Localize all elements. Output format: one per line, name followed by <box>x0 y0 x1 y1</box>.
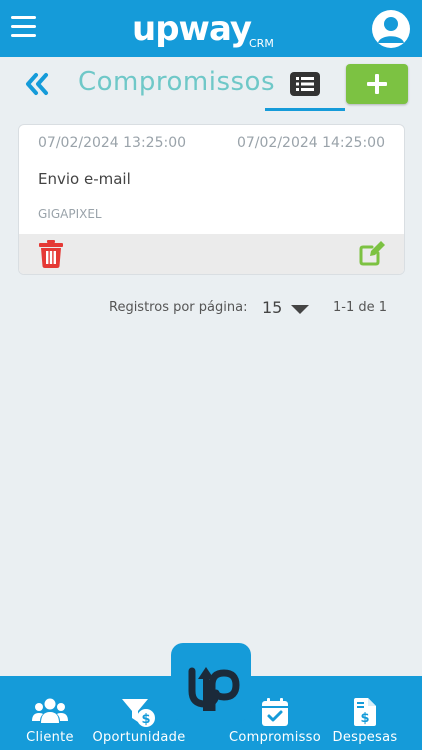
nav-label-oportunidade: Oportunidade <box>92 730 186 745</box>
edit-icon[interactable] <box>358 239 386 267</box>
nav-cliente[interactable]: Cliente <box>14 676 86 750</box>
home-button[interactable] <box>171 643 251 721</box>
top-app-bar: upway CRM <box>0 0 422 57</box>
list-icon <box>290 72 320 96</box>
appointment-client: GIGAPIXEL <box>38 207 102 221</box>
users-icon <box>32 698 68 728</box>
upway-logo-icon <box>178 649 244 715</box>
pagination: Registros por página: 15 1-1 de 1 <box>0 298 422 320</box>
nav-label-despesas: Despesas <box>332 730 398 745</box>
trash-icon[interactable] <box>39 240 63 268</box>
nav-label-cliente: Cliente <box>26 730 74 745</box>
nav-despesas[interactable]: $ Despesas <box>330 676 400 750</box>
appointment-end: 07/02/2024 14:25:00 <box>236 135 385 151</box>
svg-text:$: $ <box>360 711 369 726</box>
appointment-start: 07/02/2024 13:25:00 <box>38 135 187 151</box>
card-actions <box>19 234 404 274</box>
tab-list-view[interactable] <box>265 57 345 111</box>
caret-down-icon[interactable] <box>290 303 310 315</box>
add-appointment-button[interactable] <box>346 64 408 104</box>
menu-icon[interactable] <box>11 16 36 38</box>
rows-per-page-label: Registros por página: <box>109 300 248 315</box>
invoice-dollar-icon: $ <box>354 698 376 730</box>
app-logo: upway CRM <box>132 4 282 54</box>
user-icon[interactable] <box>372 10 410 48</box>
page-range: 1-1 de 1 <box>333 300 388 315</box>
svg-text:$: $ <box>141 712 150 727</box>
appointment-title: Envio e-mail <box>38 170 131 188</box>
double-chevron-left-icon[interactable] <box>24 71 50 97</box>
page-header: Compromissos <box>0 57 422 111</box>
logo-text: upway <box>132 9 252 49</box>
active-tab-indicator <box>265 108 345 111</box>
page-title: Compromissos <box>78 67 276 97</box>
rows-per-page-select[interactable]: 15 <box>262 298 282 317</box>
appointment-card[interactable]: 07/02/2024 13:25:00 07/02/2024 14:25:00 … <box>18 124 405 275</box>
logo-subtitle: CRM <box>249 37 274 50</box>
funnel-dollar-icon: $ <box>122 698 156 732</box>
calendar-check-icon <box>262 698 288 730</box>
nav-label-compromisso: Compromisso <box>228 730 322 745</box>
